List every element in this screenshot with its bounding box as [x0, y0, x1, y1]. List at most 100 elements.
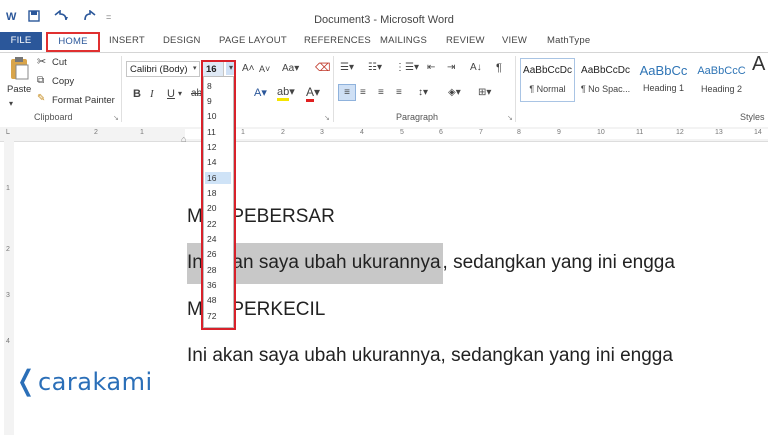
ruler-number: 9: [557, 129, 561, 136]
group-separator: [515, 56, 516, 122]
ruler-number: 6: [439, 129, 443, 136]
ruler-number: 2: [281, 129, 285, 136]
carakami-watermark: ❬carakami: [14, 364, 153, 397]
title-bar: W ▾ = Document3 - Microsoft Word: [0, 0, 768, 32]
tab-selector-icon[interactable]: └: [4, 128, 10, 140]
justify-icon[interactable]: ≡: [396, 87, 402, 99]
align-left-icon[interactable]: ≡: [338, 84, 356, 101]
shrink-font-icon[interactable]: A˅: [259, 63, 270, 75]
style-sample: AaBbCcDc: [581, 65, 630, 76]
paragraph-group-label: Paragraph: [396, 112, 439, 122]
tab-references[interactable]: REFERENCES: [304, 32, 371, 50]
decrease-indent-icon[interactable]: ⇤: [427, 62, 435, 74]
ruler-number: 2: [94, 129, 98, 136]
vruler-number: 2: [6, 246, 10, 253]
cut-button[interactable]: Cut: [52, 57, 67, 68]
ruler-number: 10: [597, 129, 605, 136]
styles-group-label: Styles: [740, 112, 765, 122]
ruler-number: 13: [715, 129, 723, 136]
vruler-number: 4: [6, 338, 10, 345]
align-center-icon[interactable]: ≡: [360, 87, 366, 99]
group-separator: [121, 56, 122, 122]
clear-formatting-icon[interactable]: ⌫: [315, 62, 331, 74]
paste-button[interactable]: Paste: [7, 84, 31, 95]
ruler-number: 1: [140, 129, 144, 136]
line-spacing-icon[interactable]: ↕▾: [418, 87, 428, 99]
tab-review[interactable]: REVIEW: [446, 32, 485, 50]
style-name: ¶ No Spac...: [580, 84, 631, 94]
cut-icon: ✂: [37, 56, 47, 68]
vruler-number: 3: [6, 292, 10, 299]
highlight-color-icon[interactable]: ab▾: [277, 86, 295, 101]
bullets-icon[interactable]: ☰▾: [340, 62, 354, 74]
clipboard-launcher-icon[interactable]: ↘: [113, 113, 119, 125]
style-sample: AaBbCc: [639, 63, 688, 78]
increase-indent-icon[interactable]: ⇥: [447, 62, 455, 74]
style-heading-2[interactable]: AaBbCcC Heading 2: [694, 58, 749, 102]
sort-icon[interactable]: A↓: [470, 62, 482, 74]
font-family-combo[interactable]: Calibri (Body): [126, 61, 200, 77]
tab-view[interactable]: VIEW: [502, 32, 527, 50]
font-size-highlight-box: [201, 60, 236, 330]
group-separator: [333, 56, 334, 122]
italic-button[interactable]: I: [150, 88, 154, 100]
format-painter-button[interactable]: Format Painter: [52, 95, 115, 106]
shading-icon[interactable]: ◈▾: [448, 87, 461, 99]
ruler-number: 3: [320, 129, 324, 136]
paste-icon[interactable]: [8, 56, 30, 85]
style-no-spacing[interactable]: AaBbCcDc ¶ No Spac...: [578, 58, 633, 102]
style-heading-1[interactable]: AaBbCc Heading 1: [636, 58, 691, 102]
copy-icon: ⧉: [37, 75, 45, 86]
vruler-number: 1: [6, 185, 10, 192]
underline-dropdown-icon[interactable]: ▾: [178, 88, 182, 100]
style-name: ¶ Normal: [529, 84, 566, 94]
multilevel-list-icon[interactable]: ⋮☰▾: [395, 62, 419, 74]
tab-file[interactable]: FILE: [0, 32, 42, 50]
ruler-number: 5: [400, 129, 404, 136]
grow-font-icon[interactable]: A˄: [242, 63, 255, 75]
font-launcher-icon[interactable]: ↘: [324, 113, 330, 125]
style-name: Heading 2: [700, 84, 743, 94]
show-formatting-icon[interactable]: ¶: [496, 62, 502, 74]
bold-button[interactable]: B: [133, 88, 141, 100]
font-family-dropdown-icon[interactable]: ▾: [193, 63, 197, 75]
font-color-icon[interactable]: A▾: [306, 85, 320, 102]
copy-button[interactable]: Copy: [52, 76, 74, 87]
tab-mathtype[interactable]: MathType: [547, 32, 590, 50]
unselected-text[interactable]: , sedangkan yang ini engga: [443, 252, 675, 273]
ruler-number: 12: [676, 129, 684, 136]
paragraph-line-1[interactable]: Ini akan saya ubah ukurannya, sedangkan …: [187, 243, 675, 284]
carakami-logo-icon: ❬: [14, 364, 38, 397]
tab-home[interactable]: HOME: [46, 32, 100, 52]
ribbon-tabs: FILE HOME INSERT DESIGN PAGE LAYOUT REFE…: [0, 32, 768, 52]
align-right-icon[interactable]: ≡: [378, 87, 384, 99]
indent-marker-icon[interactable]: ⌂: [181, 133, 186, 145]
tab-mailings[interactable]: MAILINGS: [380, 32, 427, 50]
watermark-text: carakami: [37, 368, 153, 396]
paragraph-launcher-icon[interactable]: ↘: [507, 113, 513, 125]
style-sample: AaBbCcDc: [523, 65, 572, 76]
format-painter-icon: ✎: [37, 93, 46, 104]
clipboard-group-label: Clipboard: [34, 112, 73, 122]
style-name: Heading 1: [642, 83, 685, 93]
ruler-number: 11: [636, 129, 644, 136]
ruler-number: 1: [241, 129, 245, 136]
style-more-sample[interactable]: A: [752, 54, 765, 74]
tab-insert[interactable]: INSERT: [109, 32, 145, 50]
ruler-number: 7: [479, 129, 483, 136]
ruler-number: 8: [517, 129, 521, 136]
text-effects-icon[interactable]: A▾: [254, 87, 267, 99]
ruler-number: 14: [754, 129, 762, 136]
change-case-icon[interactable]: Aa▾: [282, 63, 299, 75]
tab-page-layout[interactable]: PAGE LAYOUT: [219, 32, 287, 50]
paragraph-line-2[interactable]: Ini akan saya ubah ukurannya, sedangkan …: [187, 345, 673, 367]
numbering-icon[interactable]: ☷▾: [368, 62, 382, 74]
ruler-number: 4: [360, 129, 364, 136]
underline-button[interactable]: U: [167, 88, 175, 100]
window-title: Document3 - Microsoft Word: [314, 14, 454, 26]
borders-icon[interactable]: ⊞▾: [478, 87, 491, 99]
style-sample: AaBbCcC: [697, 65, 746, 77]
paste-dropdown-icon[interactable]: ▾: [9, 98, 13, 110]
style-normal[interactable]: AaBbCcDc ¶ Normal: [520, 58, 575, 102]
tab-design[interactable]: DESIGN: [163, 32, 201, 50]
